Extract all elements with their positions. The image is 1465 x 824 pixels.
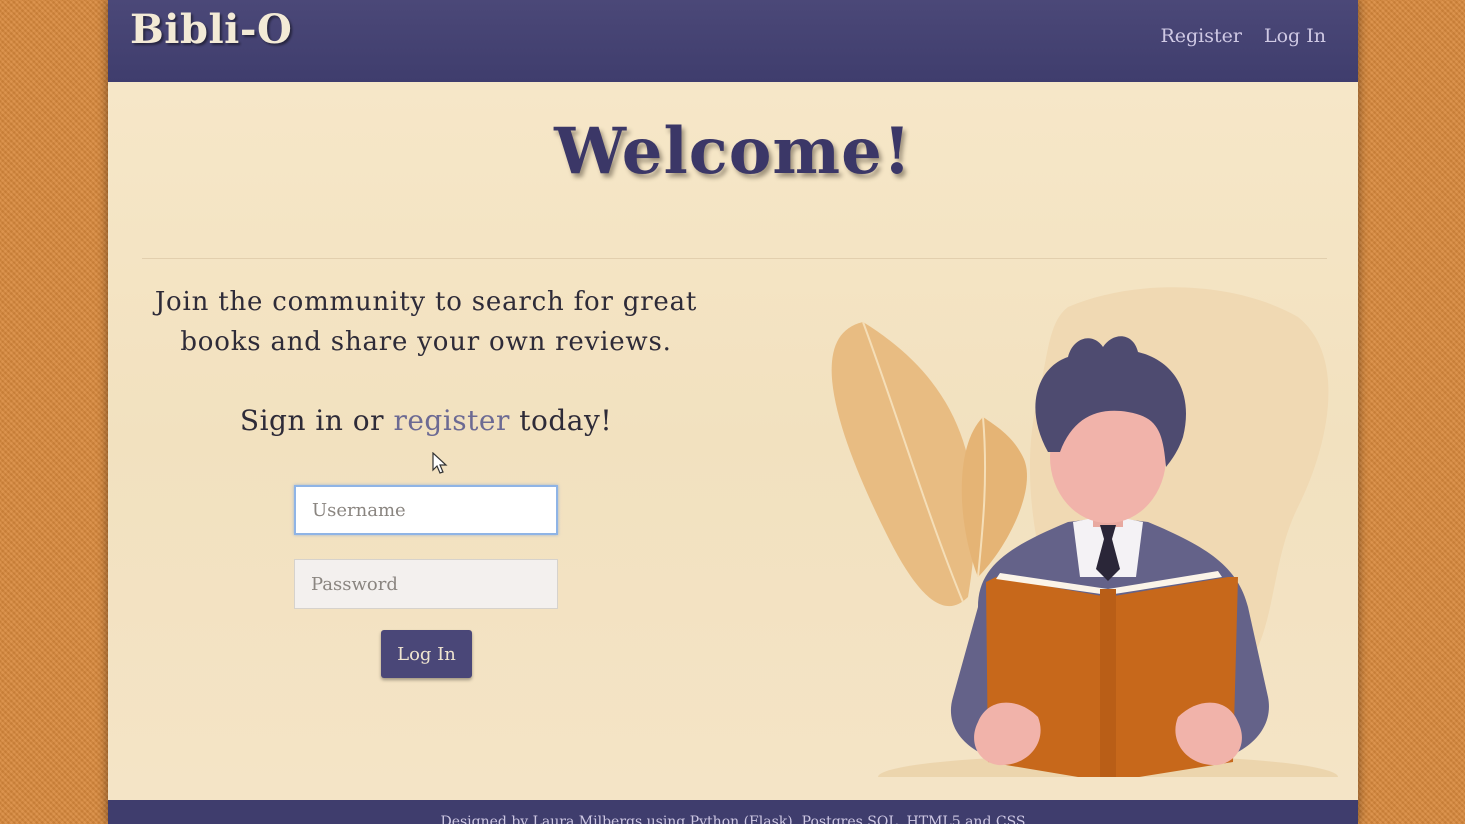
brand-logo[interactable]: Bibli-O [130, 6, 292, 53]
signin-prompt: Sign in or register today! [136, 404, 716, 437]
page-title: Welcome! [554, 114, 912, 189]
footer: Designed by Laura Milbergs using Python … [108, 800, 1358, 824]
main-content: Welcome! Join the community to search fo… [108, 82, 1358, 800]
footer-text: Designed by Laura Milbergs using Python … [440, 814, 1026, 824]
intro-text: Join the community to search for great b… [154, 287, 698, 357]
password-input[interactable] [294, 559, 558, 609]
signin-suffix: today! [509, 404, 613, 437]
signin-prefix: Sign in or [239, 404, 394, 437]
nav-register-link[interactable]: Register [1160, 25, 1242, 47]
login-button[interactable]: Log In [381, 630, 472, 678]
navbar: Bibli-O Register Log In [108, 0, 1358, 82]
nav-links: Register Log In [1160, 25, 1326, 47]
username-input[interactable] [294, 485, 558, 535]
nav-login-link[interactable]: Log In [1264, 25, 1326, 47]
reading-man-illustration [831, 287, 1338, 777]
divider [142, 258, 1327, 259]
register-link[interactable]: register [393, 404, 509, 437]
mouse-pointer-icon [432, 452, 448, 474]
page-container: Bibli-O Register Log In Welcome! Join th… [108, 0, 1358, 824]
